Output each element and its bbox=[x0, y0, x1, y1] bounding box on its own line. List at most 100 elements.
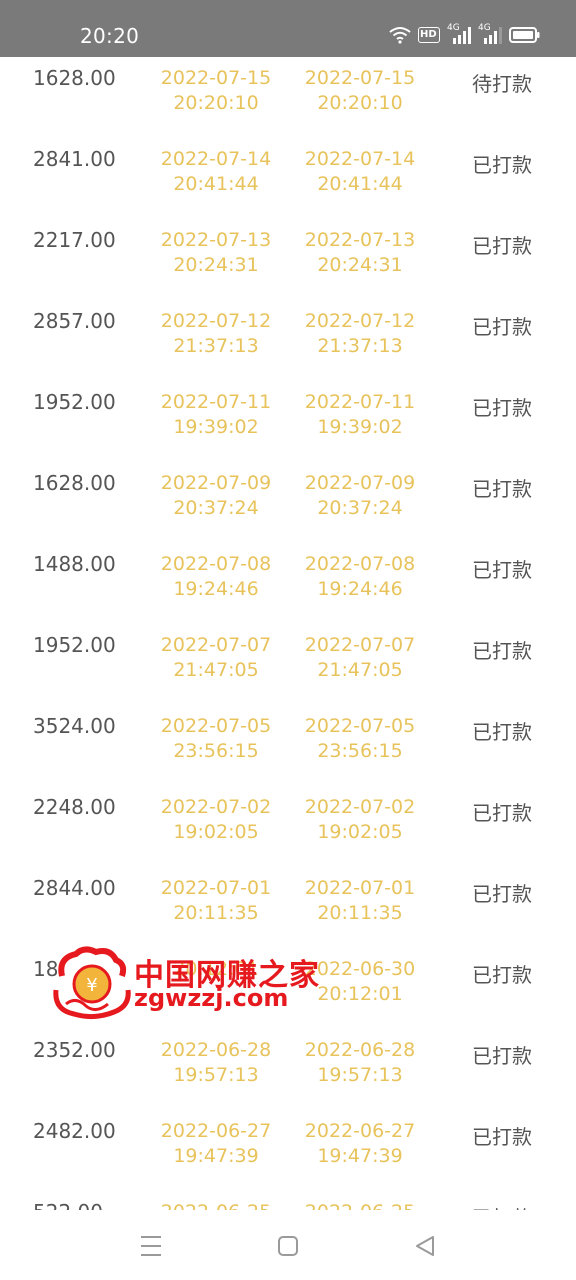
record-pay-clock: 19:39:02 bbox=[317, 416, 403, 438]
hd-label: HD bbox=[420, 29, 437, 40]
record-row[interactable]: 2844.00 2022-07-01 20:11:35 2022-07-01 20:… bbox=[0, 867, 576, 948]
record-apply-clock: 20:37:24 bbox=[173, 497, 259, 519]
record-apply-clock: 19:24:46 bbox=[173, 578, 259, 600]
record-amount: 2248.00 bbox=[33, 795, 116, 819]
record-row[interactable]: 3524.00 2022-07-05 23:56:15 2022-07-05 23:… bbox=[0, 705, 576, 786]
record-apply-date: 2022-07-08 bbox=[160, 553, 272, 575]
record-pay-clock: 19:47:39 bbox=[317, 1145, 403, 1167]
record-status: 已打款 bbox=[472, 153, 532, 177]
record-apply-clock: 19:57:13 bbox=[173, 1064, 259, 1086]
record-apply-time: 2022-07-02 19:02:05 bbox=[146, 795, 286, 845]
record-amount: 2217.00 bbox=[33, 228, 116, 252]
record-apply-time: 2022-07-11 19:39:02 bbox=[146, 390, 286, 440]
record-apply-time: 2022-07-14 20:41:44 bbox=[146, 147, 286, 197]
record-apply-time: 2022-07-09 20:37:24 bbox=[146, 471, 286, 521]
record-pay-time: 2022-07-09 20:37:24 bbox=[290, 471, 430, 521]
record-row[interactable]: 2482.00 2022-06-27 19:47:39 2022-06-27 19:… bbox=[0, 1110, 576, 1191]
record-apply-time: 2022-07-07 21:47:05 bbox=[146, 633, 286, 683]
record-apply-clock: 23:56:15 bbox=[173, 740, 259, 762]
record-amount: 2482.00 bbox=[33, 1119, 116, 1143]
record-amount: 3524.00 bbox=[33, 714, 116, 738]
record-pay-clock: 20:24:31 bbox=[317, 254, 403, 276]
record-pay-date: 2022-07-11 bbox=[304, 391, 416, 413]
record-row[interactable]: 2841.00 2022-07-14 20:41:44 2022-07-14 20:… bbox=[0, 138, 576, 219]
record-pay-time: 2022-07-13 20:24:31 bbox=[290, 228, 430, 278]
hd-icon: HD bbox=[418, 27, 440, 43]
record-apply-time: 2022-07-08 19:24:46 bbox=[146, 552, 286, 602]
record-apply-time: 2022-07-01 20:11:35 bbox=[146, 876, 286, 926]
record-pay-clock: 21:37:13 bbox=[317, 335, 403, 357]
record-row[interactable]: 1628.00 2022-07-15 20:20:10 2022-07-15 20:… bbox=[0, 57, 576, 138]
signal-4g-icon-2: 4G bbox=[478, 23, 502, 44]
record-pay-time: 2022-06-25 bbox=[290, 1200, 430, 1210]
record-amount: 1952.00 bbox=[33, 390, 116, 414]
record-pay-time: 2022-06-27 19:47:39 bbox=[290, 1119, 430, 1169]
record-row[interactable]: 1952.00 2022-07-07 21:47:05 2022-07-07 21:… bbox=[0, 624, 576, 705]
record-apply-date: 2022-07-15 bbox=[160, 67, 272, 89]
record-amount: 2841.00 bbox=[33, 147, 116, 171]
record-row[interactable]: 1488.00 2022-07-08 19:24:46 2022-07-08 19:… bbox=[0, 543, 576, 624]
payout-record-list[interactable]: 1628.00 2022-07-15 20:20:10 2022-07-15 20:… bbox=[0, 57, 576, 1210]
record-status: 已打款 bbox=[472, 315, 532, 339]
record-pay-time: 2022-06-28 19:57:13 bbox=[290, 1038, 430, 1088]
record-apply-date: 2022-07-09 bbox=[160, 472, 272, 494]
record-status: 已打款 bbox=[472, 963, 532, 987]
record-pay-date: 2022-07-08 bbox=[304, 553, 416, 575]
record-row[interactable]: 1952.00 2022-07-11 19:39:02 2022-07-11 19:… bbox=[0, 381, 576, 462]
record-row[interactable]: 2217.00 2022-07-13 20:24:31 2022-07-13 20:… bbox=[0, 219, 576, 300]
record-apply-clock: 21:47:05 bbox=[173, 659, 259, 681]
record-pay-clock: 20:11:35 bbox=[317, 902, 403, 924]
record-pay-time: 2022-07-08 19:24:46 bbox=[290, 552, 430, 602]
record-apply-date: 2022-07-05 bbox=[160, 715, 272, 737]
record-status: 已打款 bbox=[472, 720, 532, 744]
record-apply-date: 2022-07-11 bbox=[160, 391, 272, 413]
record-amount: 1628.00 bbox=[33, 66, 116, 90]
record-row[interactable]: 2248.00 2022-07-02 19:02:05 2022-07-02 19:… bbox=[0, 786, 576, 867]
record-row[interactable]: 522.00 2022-06-25 2022-06-25 已打款 bbox=[0, 1191, 576, 1210]
record-apply-time: 2022-07-15 20:20:10 bbox=[146, 66, 286, 116]
record-pay-date: 2022-07-15 bbox=[304, 67, 416, 89]
status-icons: HD 4G 4G bbox=[389, 23, 540, 44]
record-pay-time: 2022-07-11 19:39:02 bbox=[290, 390, 430, 440]
record-apply-clock: 19:02:05 bbox=[173, 821, 259, 843]
record-pay-date: 2022-07-12 bbox=[304, 310, 416, 332]
record-apply-date: 2022-07-02 bbox=[160, 796, 272, 818]
record-pay-clock: 19:24:46 bbox=[317, 578, 403, 600]
record-status: 已打款 bbox=[472, 396, 532, 420]
record-amount: 522.00 bbox=[33, 1200, 103, 1210]
record-apply-date: 2022-07-01 bbox=[160, 877, 272, 899]
record-pay-date: 2022-07-02 bbox=[304, 796, 416, 818]
status-time: 20:20 bbox=[80, 24, 140, 48]
record-pay-date: 2022-07-13 bbox=[304, 229, 416, 251]
record-apply-clock: 20:41:44 bbox=[173, 173, 259, 195]
record-pay-date: 2022-07-01 bbox=[304, 877, 416, 899]
record-apply-date: 2022-06-25 bbox=[146, 1200, 286, 1210]
back-icon[interactable] bbox=[414, 1234, 438, 1258]
record-amount: 2352.00 bbox=[33, 1038, 116, 1062]
record-pay-clock: 19:57:13 bbox=[317, 1064, 403, 1086]
record-pay-date: 2022-07-05 bbox=[304, 715, 416, 737]
menu-icon[interactable] bbox=[140, 1234, 164, 1258]
record-apply-date: 2022-06-27 bbox=[160, 1120, 272, 1142]
record-row[interactable]: 2352.00 2022-06-28 19:57:13 2022-06-28 19:… bbox=[0, 1029, 576, 1110]
record-status: 已打款 bbox=[472, 639, 532, 663]
record-status: 已打款 bbox=[472, 1202, 532, 1210]
record-row[interactable]: 2857.00 2022-07-12 21:37:13 2022-07-12 21:… bbox=[0, 300, 576, 381]
home-icon[interactable] bbox=[277, 1234, 301, 1258]
record-amount: 2857.00 bbox=[33, 309, 116, 333]
watermark: ¥ 中国网赚之家 zgwzzj.com bbox=[52, 942, 319, 1022]
record-row[interactable]: 1628.00 2022-07-09 20:37:24 2022-07-09 20:… bbox=[0, 462, 576, 543]
record-pay-time: 2022-07-14 20:41:44 bbox=[290, 147, 430, 197]
record-apply-time: 2022-06-28 19:57:13 bbox=[146, 1038, 286, 1088]
record-pay-time: 2022-07-12 21:37:13 bbox=[290, 309, 430, 359]
record-pay-date: 2022-07-09 bbox=[304, 472, 416, 494]
record-apply-time: 2022-07-05 23:56:15 bbox=[146, 714, 286, 764]
record-status: 已打款 bbox=[472, 234, 532, 258]
record-apply-clock: 20:11:35 bbox=[173, 902, 259, 924]
record-apply-clock: 20:24:31 bbox=[173, 254, 259, 276]
record-status: 已打款 bbox=[472, 882, 532, 906]
record-apply-time: 2022-07-12 21:37:13 bbox=[146, 309, 286, 359]
record-pay-clock: 20:41:44 bbox=[317, 173, 403, 195]
record-amount: 1628.00 bbox=[33, 471, 116, 495]
wifi-icon bbox=[389, 26, 411, 44]
